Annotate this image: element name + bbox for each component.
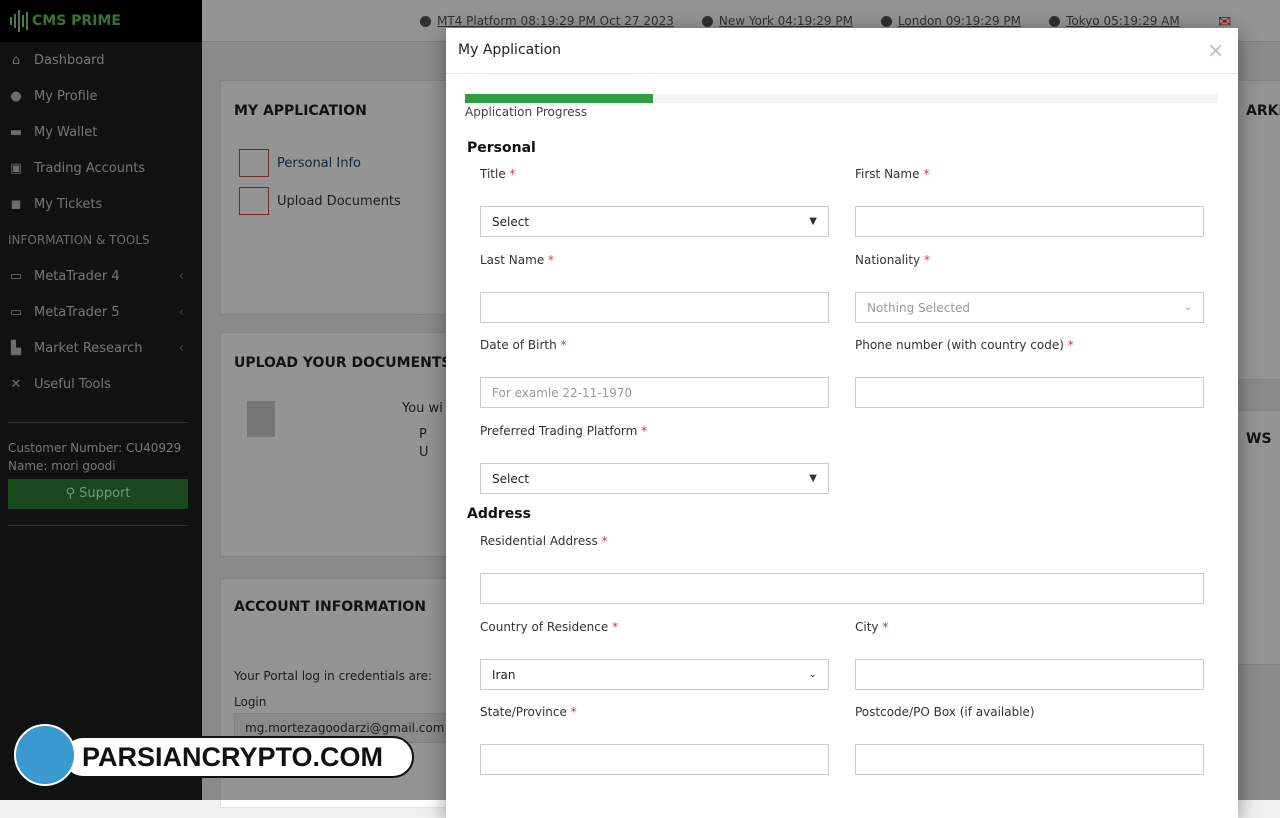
first-name-input[interactable]	[855, 206, 1204, 237]
title-select[interactable]: Select ▼	[480, 206, 829, 237]
my-application-modal: My Application × Application Progress Pe…	[446, 28, 1238, 818]
platform-label: Preferred Trading Platform *	[480, 424, 648, 438]
postcode-input[interactable]	[855, 744, 1204, 775]
residential-label: Residential Address *	[480, 534, 608, 548]
section-address: Address	[467, 506, 531, 522]
chevron-down-icon: ⌄	[808, 669, 817, 680]
platform-select[interactable]: Select ▼	[480, 463, 829, 494]
first-name-label: First Name *	[855, 167, 930, 181]
chevron-down-icon: ▼	[809, 216, 817, 227]
progress-fill	[465, 94, 654, 103]
section-personal: Personal	[467, 140, 536, 156]
application-progress-bar	[465, 94, 1218, 103]
close-icon[interactable]: ×	[1207, 38, 1224, 62]
dob-input[interactable]: For examle 22-11-1970	[480, 377, 829, 408]
nationality-label: Nationality *	[855, 253, 930, 267]
postcode-label: Postcode/PO Box (if available)	[855, 705, 1035, 719]
progress-label: Application Progress	[465, 105, 588, 119]
city-label: City *	[855, 620, 889, 634]
watermark-text: PARSIANCRYPTO.COM	[62, 736, 414, 778]
country-select[interactable]: Iran ⌄	[480, 659, 829, 690]
chevron-down-icon: ⌄	[1183, 302, 1192, 313]
dob-label: Date of Birth *	[480, 338, 567, 352]
city-input[interactable]	[855, 659, 1204, 690]
last-name-input[interactable]	[480, 292, 829, 323]
chevron-down-icon: ▼	[809, 473, 817, 484]
nationality-select[interactable]: Nothing Selected ⌄	[855, 292, 1204, 323]
last-name-label: Last Name *	[480, 253, 555, 267]
state-label: State/Province *	[480, 705, 577, 719]
phone-label: Phone number (with country code) *	[855, 338, 1074, 352]
watermark-logo: PARSIANCRYPTO.COM	[14, 724, 414, 788]
state-input[interactable]	[480, 744, 829, 775]
tree-logo-icon	[14, 724, 76, 786]
residential-address-input[interactable]	[480, 573, 1204, 604]
title-label: Title *	[480, 167, 516, 181]
country-label: Country of Residence *	[480, 620, 619, 634]
modal-title: My Application	[446, 28, 1238, 74]
phone-input[interactable]	[855, 377, 1204, 408]
